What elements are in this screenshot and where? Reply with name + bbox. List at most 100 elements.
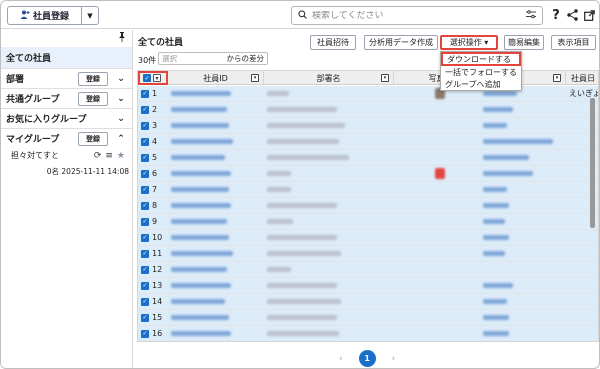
refresh-icon[interactable]: ⟳ xyxy=(94,151,106,161)
filter-settings-icon[interactable] xyxy=(526,9,536,22)
diff-select[interactable]: 選択 からの差分 xyxy=(158,52,268,65)
row-checkbox[interactable]: ✓ xyxy=(141,265,149,274)
row-checkbox[interactable]: ✓ xyxy=(141,89,149,98)
sidebar-group-favorites[interactable]: お気に入りグループ ⌄ xyxy=(1,108,132,128)
sidebar-group-departments[interactable]: 部署 登録 ⌄ xyxy=(1,68,132,88)
redacted-text xyxy=(171,139,233,144)
row-checkbox[interactable]: ✓ xyxy=(141,137,149,146)
select-all-dropdown-icon[interactable]: ▾ xyxy=(153,74,161,82)
row-checkbox[interactable]: ✓ xyxy=(141,297,149,306)
table-row[interactable]: ✓ 8 xyxy=(138,198,598,214)
sidebar-group-my-groups[interactable]: マイグループ 登録 ⌃ xyxy=(1,128,132,148)
row-checkbox[interactable]: ✓ xyxy=(141,281,149,290)
table-row[interactable]: ✓1 えいぎょう xyxy=(138,86,598,102)
cell-photo xyxy=(394,310,480,325)
next-page-button[interactable]: › xyxy=(392,354,396,364)
row-checkbox[interactable]: ✓ xyxy=(141,169,149,178)
register-button[interactable]: 登録 xyxy=(78,91,108,106)
table-row[interactable]: ✓ 10 xyxy=(138,230,598,246)
menu-item-download[interactable]: ダウンロードする xyxy=(441,52,521,66)
redacted-text xyxy=(171,315,229,320)
column-header-employee-date[interactable]: 社員日 xyxy=(566,71,598,85)
chevron-up-icon[interactable]: ⌃ xyxy=(114,134,128,144)
invite-employee-button[interactable]: 社員招待 xyxy=(310,35,356,50)
chevron-down-icon[interactable]: ⌄ xyxy=(114,94,128,104)
table-row[interactable]: ✓ 5 xyxy=(138,150,598,166)
column-menu-icon[interactable]: ▾ xyxy=(381,74,389,82)
row-checkbox[interactable]: ✓ xyxy=(141,313,149,322)
row-number: 8 xyxy=(152,201,158,210)
employee-photo xyxy=(435,168,445,179)
redacted-text xyxy=(171,187,229,192)
row-checkbox[interactable]: ✓ xyxy=(141,217,149,226)
open-external-icon[interactable] xyxy=(581,6,597,24)
table-row[interactable]: ✓ 11 xyxy=(138,246,598,262)
table-row[interactable]: ✓ 14 xyxy=(138,294,598,310)
cell-name xyxy=(480,246,566,261)
table-row[interactable]: ✓ 7 xyxy=(138,182,598,198)
my-group-item[interactable]: 担々対てすと ⟳≡★ 0名 2025-11-11 14:08 xyxy=(11,150,129,177)
row-checkbox[interactable]: ✓ xyxy=(141,153,149,162)
row-checkbox[interactable]: ✓ xyxy=(141,329,149,338)
menu-item-bulk-follow[interactable]: 一括でフォローする xyxy=(441,66,521,78)
display-items-button[interactable]: 表示項目 xyxy=(551,35,596,50)
row-select-cell: ✓ 15 xyxy=(138,310,168,325)
chevron-down-icon[interactable]: ⌄ xyxy=(114,114,128,124)
sidebar-group-common[interactable]: 共通グループ 登録 ⌄ xyxy=(1,88,132,108)
cell-employee-date xyxy=(566,310,598,325)
select-all-header[interactable]: ✓ ▾ xyxy=(138,71,168,85)
redacted-text xyxy=(267,331,339,336)
table-row[interactable]: ✓ 3 xyxy=(138,118,598,134)
row-checkbox[interactable]: ✓ xyxy=(141,105,149,114)
sidebar-item-all-employees[interactable]: 全ての社員 xyxy=(1,47,132,68)
cell-employee-id xyxy=(168,246,264,261)
simple-edit-button[interactable]: 簡易編集 xyxy=(504,35,544,50)
cell-photo xyxy=(394,230,480,245)
column-header-department[interactable]: 部署名 ▾ xyxy=(264,71,394,85)
table-row[interactable]: ✓ 6 xyxy=(138,166,598,182)
page-number-current[interactable]: 1 xyxy=(358,350,376,367)
column-menu-icon[interactable]: ▾ xyxy=(251,74,259,82)
row-checkbox[interactable]: ✓ xyxy=(141,185,149,194)
prev-page-button[interactable]: ‹ xyxy=(339,354,343,364)
table-row[interactable]: ✓ 15 xyxy=(138,310,598,326)
register-button[interactable]: 登録 xyxy=(78,131,108,146)
row-checkbox[interactable]: ✓ xyxy=(141,233,149,242)
row-number: 5 xyxy=(152,153,158,162)
row-checkbox[interactable]: ✓ xyxy=(141,121,149,130)
cell-name xyxy=(480,134,566,149)
edit-list-icon[interactable]: ≡ xyxy=(105,151,117,161)
vertical-scrollbar[interactable] xyxy=(590,98,595,228)
table-row[interactable]: ✓ 13 xyxy=(138,278,598,294)
search-input[interactable] xyxy=(312,10,521,21)
cell-employee-id xyxy=(168,278,264,293)
pin-icon[interactable] xyxy=(118,32,126,45)
table-row[interactable]: ✓ 12 xyxy=(138,262,598,278)
row-select-cell: ✓ 13 xyxy=(138,278,168,293)
cell-photo xyxy=(394,246,480,261)
table-row[interactable]: ✓ 2 xyxy=(138,102,598,118)
help-icon[interactable]: ? xyxy=(548,6,564,24)
cell-department xyxy=(264,86,394,101)
table-row[interactable]: ✓ 16 xyxy=(138,326,598,341)
table-row[interactable]: ✓ 9 xyxy=(138,214,598,230)
create-analysis-data-button[interactable]: 分析用データ作成 xyxy=(364,35,438,50)
register-dropdown-button[interactable]: ▼ xyxy=(82,7,98,24)
column-menu-icon[interactable]: ▾ xyxy=(553,74,561,82)
column-header-employee-id[interactable]: 社員ID ▾ xyxy=(168,71,264,85)
row-checkbox[interactable]: ✓ xyxy=(141,249,149,258)
row-number: 11 xyxy=(152,249,163,258)
chevron-down-icon[interactable]: ⌄ xyxy=(114,74,128,84)
table-row[interactable]: ✓ 4 xyxy=(138,134,598,150)
row-checkbox[interactable]: ✓ xyxy=(141,201,149,210)
cell-employee-id xyxy=(168,86,264,101)
select-all-checkbox[interactable]: ✓ xyxy=(143,74,151,82)
menu-item-add-to-group[interactable]: グループへ追加 xyxy=(441,78,521,90)
register-employee-button[interactable]: 社員登録 xyxy=(8,7,82,24)
register-button[interactable]: 登録 xyxy=(78,71,108,86)
share-icon[interactable] xyxy=(564,6,580,24)
star-icon[interactable]: ★ xyxy=(117,151,129,161)
redacted-text xyxy=(483,91,517,96)
cell-department xyxy=(264,214,394,229)
selection-actions-button[interactable]: 選択操作 ▾ xyxy=(440,35,498,50)
